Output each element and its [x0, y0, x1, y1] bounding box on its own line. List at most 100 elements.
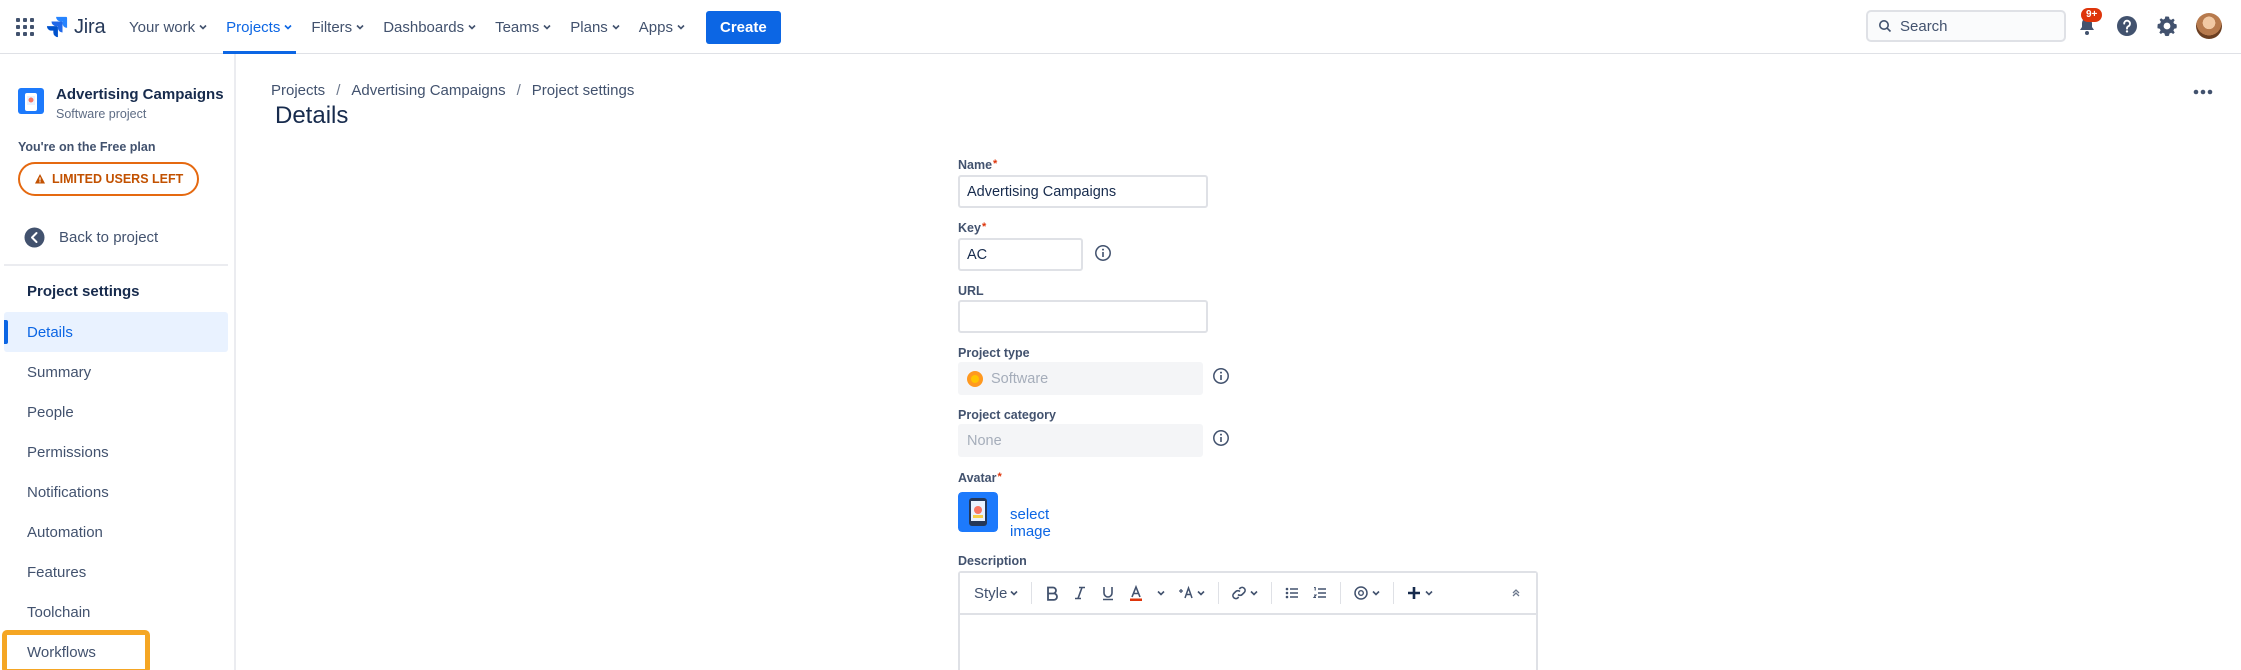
project-type-field: Software — [958, 362, 1203, 395]
project-category-info-icon[interactable] — [1212, 429, 1230, 447]
sidebar-item-features[interactable]: Features — [4, 552, 228, 592]
project-type: Software project — [56, 107, 147, 121]
user-avatar[interactable] — [2196, 13, 2222, 39]
nav-plans[interactable]: Plans — [561, 0, 630, 54]
plan-text: You're on the Free plan — [18, 140, 156, 154]
nav-teams[interactable]: Teams — [486, 0, 561, 54]
settings-button[interactable] — [2154, 13, 2180, 39]
chevron-down-icon — [1197, 590, 1205, 596]
chevron-down-icon — [677, 24, 685, 30]
project-header: Advertising Campaigns Software project — [18, 86, 224, 121]
nav-label: Apps — [638, 18, 673, 36]
sidebar-item-people[interactable]: People — [4, 392, 228, 432]
sidebar-item-permissions[interactable]: Permissions — [4, 432, 228, 472]
chevron-down-icon — [1250, 590, 1258, 596]
back-link-label: Back to project — [59, 229, 159, 246]
create-button[interactable]: Create — [706, 10, 781, 44]
text-color-button[interactable] — [1124, 578, 1148, 608]
sidebar-item-notifications[interactable]: Notifications — [4, 472, 228, 512]
toolbar-separator — [1393, 582, 1395, 604]
breadcrumb-separator: / — [516, 82, 521, 99]
back-arrow-icon — [24, 227, 45, 248]
sidebar-divider — [4, 264, 228, 266]
limited-users-button[interactable]: LIMITED USERS LEFT — [18, 162, 200, 196]
sidebar-item-summary[interactable]: Summary — [4, 352, 228, 392]
nav-label: Plans — [570, 18, 608, 36]
sidebar-section-title: Project settings — [27, 283, 140, 300]
toolbar-separator — [1271, 582, 1273, 604]
sidebar-item-toolchain[interactable]: Toolchain — [4, 592, 228, 632]
sidebar-item-automation[interactable]: Automation — [4, 512, 228, 552]
nav-projects[interactable]: Projects — [217, 0, 302, 54]
link-icon — [1232, 586, 1247, 600]
url-label: URL — [958, 284, 984, 298]
limited-users-label: LIMITED USERS LEFT — [52, 172, 184, 186]
nav-your-work[interactable]: Your work — [120, 0, 217, 54]
underline-button[interactable] — [1096, 578, 1120, 608]
jira-logo[interactable]: Jira — [46, 13, 106, 41]
sidebar-item-details[interactable]: Details — [4, 312, 228, 352]
sidebar-nav: Details Summary People Permissions Notif… — [2, 312, 228, 670]
plus-icon — [1408, 587, 1421, 599]
numbered-list-icon — [1313, 586, 1327, 599]
text-style-dropdown[interactable]: Style — [970, 578, 1023, 608]
chevron-down-icon — [1372, 590, 1380, 596]
key-label-text: Key — [958, 221, 981, 235]
nav-dashboards[interactable]: Dashboards — [374, 0, 486, 54]
nav-label: Your work — [129, 18, 196, 36]
search-input[interactable] — [1900, 17, 2050, 35]
app-switcher-icon[interactable] — [14, 16, 36, 38]
breadcrumb-project[interactable]: Advertising Campaigns — [351, 82, 505, 99]
underline-icon — [1103, 587, 1114, 601]
chevron-down-icon — [1425, 590, 1433, 596]
more-actions-button[interactable] — [2189, 80, 2217, 104]
breadcrumb-project-settings[interactable]: Project settings — [532, 82, 635, 99]
more-icon — [2193, 89, 2213, 95]
more-formatting-button[interactable] — [1174, 578, 1210, 608]
editor-toolbar: Style — [960, 573, 1536, 615]
chevron-down-icon — [356, 24, 364, 30]
back-to-project-link[interactable]: Back to project — [24, 227, 158, 248]
name-label: Name* — [958, 158, 997, 172]
name-label-text: Name — [958, 158, 993, 172]
select-image-link[interactable]: select image — [1010, 506, 1051, 540]
warning-icon — [35, 174, 45, 184]
text-color-icon — [1130, 585, 1143, 601]
description-label: Description — [958, 554, 1027, 568]
url-field[interactable] — [958, 300, 1208, 333]
project-name: Advertising Campaigns — [56, 86, 224, 103]
mention-button[interactable] — [1349, 578, 1385, 608]
search-box[interactable] — [1866, 10, 2066, 42]
project-type-info-icon[interactable] — [1212, 367, 1230, 385]
required-mark: * — [993, 158, 998, 170]
collapse-toolbar-button[interactable] — [1504, 578, 1528, 608]
key-info-icon[interactable] — [1094, 244, 1112, 262]
nav-label: Dashboards — [383, 18, 465, 36]
name-field[interactable] — [958, 175, 1208, 208]
text-color-dropdown[interactable] — [1152, 578, 1170, 608]
key-label: Key* — [958, 221, 986, 235]
avatar-label: Avatar* — [958, 471, 1002, 485]
italic-button[interactable] — [1068, 578, 1092, 608]
link-button[interactable] — [1227, 578, 1263, 608]
chevron-down-icon — [284, 24, 292, 30]
sidebar-item-workflows[interactable]: Workflows — [2, 630, 150, 670]
project-avatar-image[interactable] — [958, 492, 998, 532]
required-mark: * — [997, 471, 1002, 483]
bullet-list-button[interactable] — [1280, 578, 1304, 608]
key-field[interactable] — [958, 238, 1083, 271]
toolbar-separator — [1340, 582, 1342, 604]
nav-filters[interactable]: Filters — [302, 0, 374, 54]
help-button[interactable] — [2114, 13, 2140, 39]
bullet-list-icon — [1286, 587, 1299, 599]
numbered-list-button[interactable] — [1308, 578, 1332, 608]
nav-label: Projects — [226, 18, 281, 36]
breadcrumb-projects[interactable]: Projects — [271, 82, 325, 99]
bold-button[interactable] — [1040, 578, 1064, 608]
top-navigation: Jira Your work Projects Filters Dashboar… — [0, 0, 2241, 54]
software-type-icon — [967, 370, 983, 387]
nav-apps[interactable]: Apps — [630, 0, 695, 54]
project-category-label: Project category — [958, 408, 1056, 422]
mention-icon — [1354, 586, 1369, 600]
insert-button[interactable] — [1402, 578, 1438, 608]
